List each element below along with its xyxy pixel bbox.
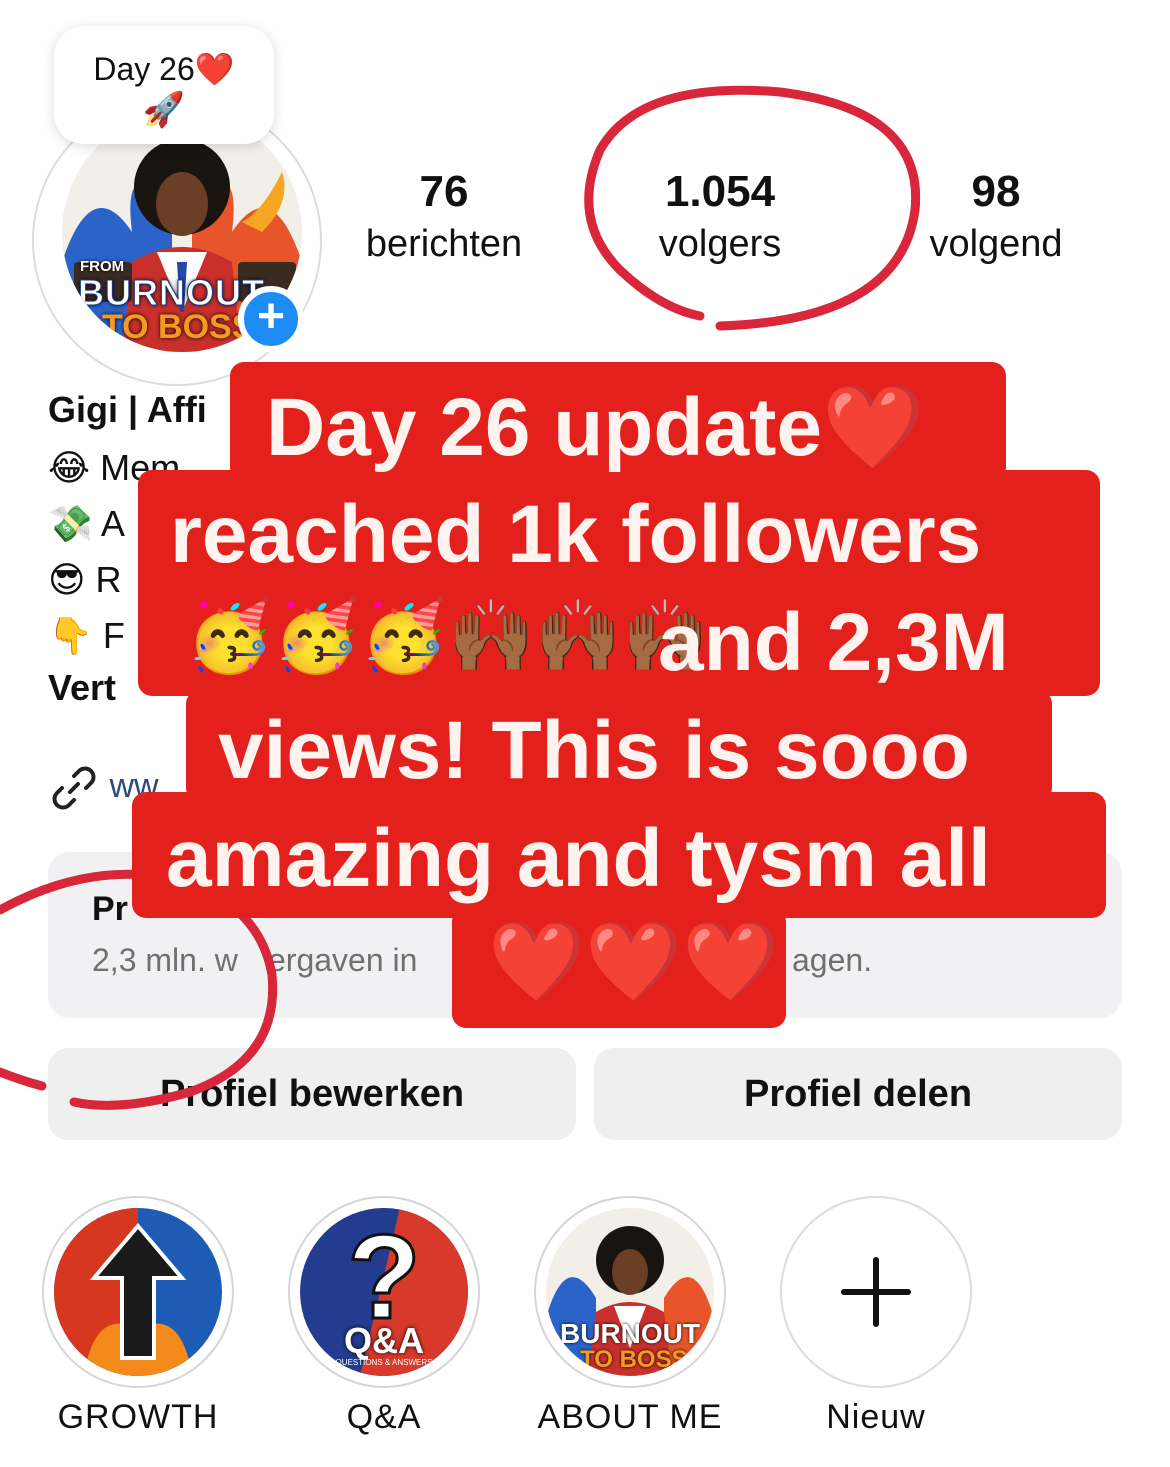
followers-circle-annotation <box>584 85 921 331</box>
overlay-line5: amazing and tysm all <box>166 813 991 904</box>
views-circle-annotation-tail <box>0 1067 47 1091</box>
overlay-line6: ❤️❤️❤️ <box>488 917 780 1005</box>
overlay-line3-emojis: 🥳🥳🥳🙌🏾🙌🏾🙌🏾 <box>186 597 709 675</box>
overlay-line4: views! This is sooo <box>218 705 970 796</box>
overlay-line3-text: and 2,3M <box>658 597 1009 688</box>
overlay-line2: reached 1k followers <box>170 489 982 580</box>
overlay-line1: Day 26 update❤️ <box>266 382 925 473</box>
